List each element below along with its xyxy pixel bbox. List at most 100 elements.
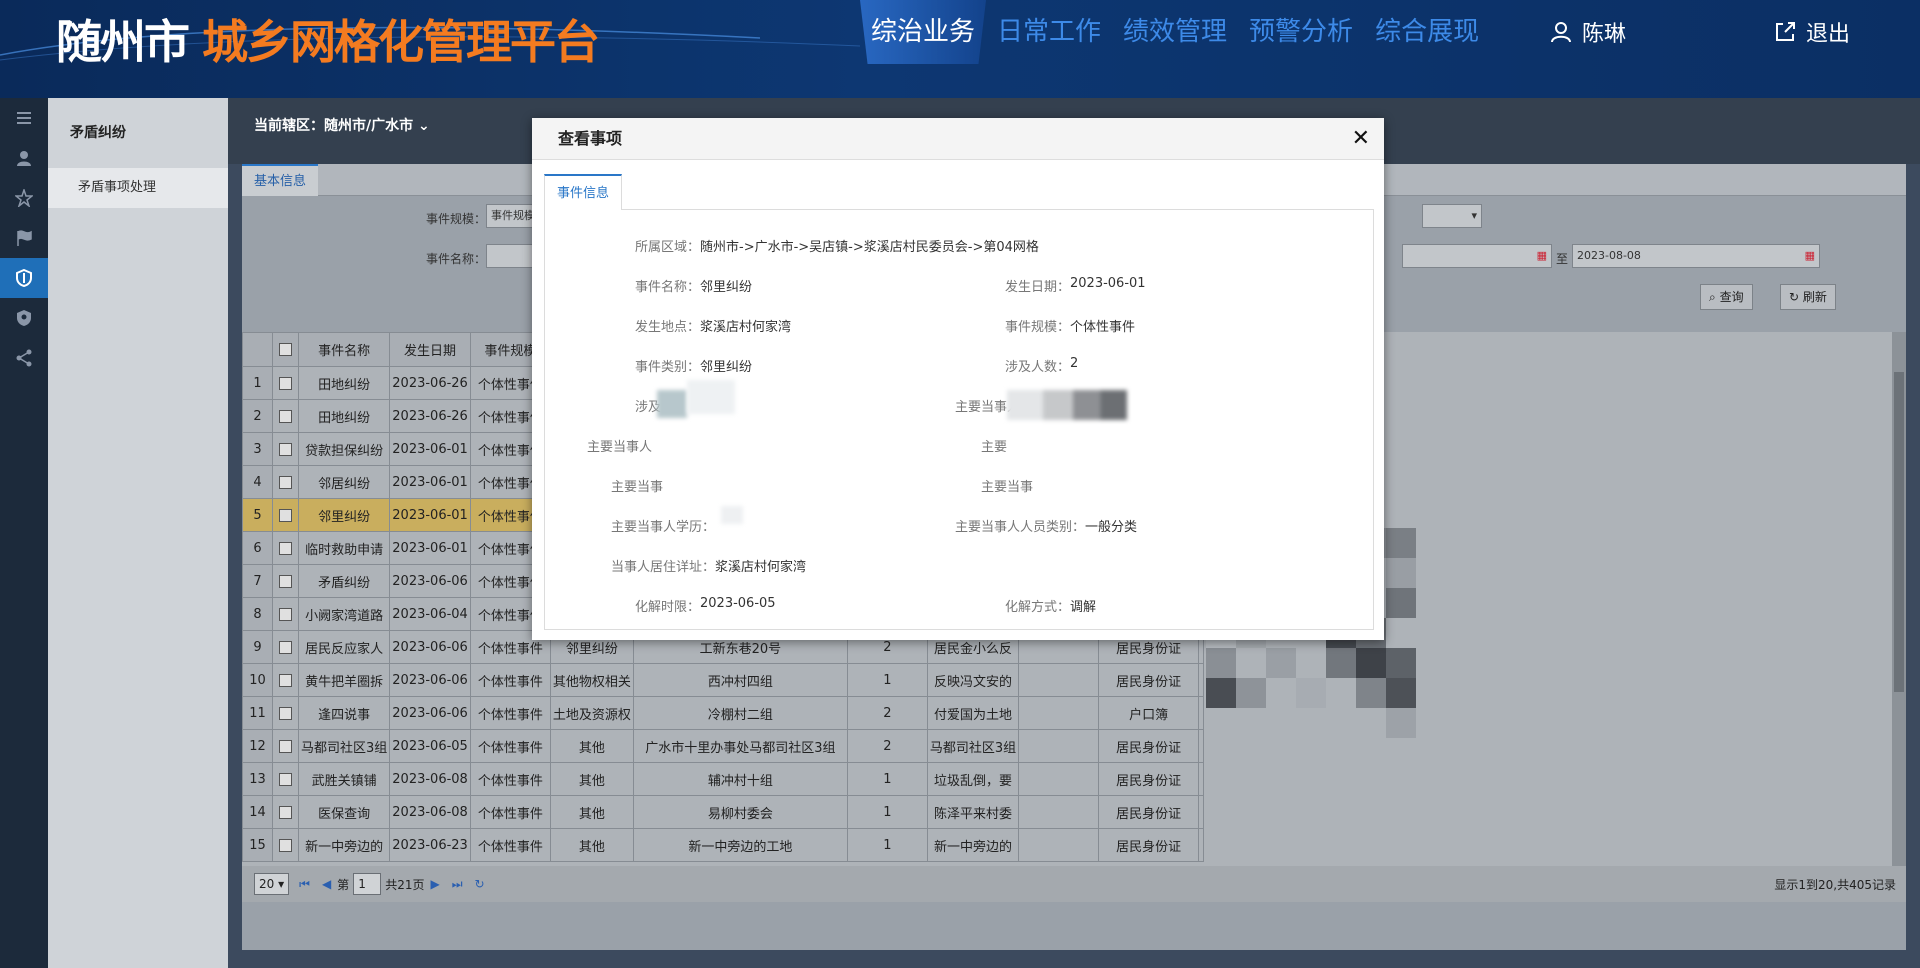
checkbox[interactable] bbox=[279, 640, 292, 654]
iconbar-flag[interactable] bbox=[0, 218, 48, 258]
cell-desc: 垃圾乱倒，要 bbox=[926, 762, 1020, 796]
checkbox[interactable] bbox=[279, 673, 292, 687]
row-checkbox-cell[interactable] bbox=[272, 531, 299, 565]
nav-zonghe[interactable]: 综合展现 bbox=[1364, 0, 1490, 64]
row-checkbox-cell[interactable] bbox=[272, 564, 299, 598]
icon-sidebar bbox=[0, 98, 48, 968]
checkbox[interactable] bbox=[279, 574, 292, 588]
scrollbar-thumb[interactable] bbox=[1894, 372, 1904, 692]
page-total: 共21页 bbox=[385, 877, 425, 892]
checkbox[interactable] bbox=[279, 376, 292, 390]
iconbar-star[interactable] bbox=[0, 178, 48, 218]
row-checkbox-cell[interactable] bbox=[272, 828, 299, 862]
cell-count: 1 bbox=[846, 762, 928, 796]
iconbar-shield[interactable] bbox=[0, 258, 48, 298]
table-row[interactable]: 14 医保查询 2023-06-08 个体性事件 其他 易柳村委会 1 陈泽平来村委 居民身份证 bbox=[242, 795, 1205, 829]
reload-icon[interactable]: ↻ bbox=[475, 877, 485, 891]
field-label: 所属区域： bbox=[635, 240, 701, 255]
row-checkbox-cell[interactable] bbox=[272, 696, 299, 730]
cell-place: 辅冲村十组 bbox=[632, 762, 848, 796]
nav-jixiao[interactable]: 绩效管理 bbox=[1112, 0, 1238, 64]
row-checkbox-cell[interactable] bbox=[272, 630, 299, 664]
name-filter-input[interactable] bbox=[486, 244, 536, 268]
query-button[interactable]: ⌕ 查询 bbox=[1700, 284, 1753, 310]
checkbox[interactable] bbox=[279, 442, 292, 456]
field-label: 发生日期： bbox=[1005, 280, 1071, 295]
checkbox[interactable] bbox=[279, 409, 292, 423]
chevron-down-icon: ▾ bbox=[1471, 209, 1477, 222]
table-row[interactable]: 12 马都司社区3组 2023-06-05 个体性事件 其他 广水市十里办事处马都司社区3… bbox=[242, 729, 1205, 763]
checkbox[interactable] bbox=[279, 607, 292, 621]
tab-basic-info[interactable]: 基本信息 bbox=[242, 164, 319, 196]
cell-desc: 马都司社区3组 bbox=[926, 729, 1020, 763]
row-checkbox-cell[interactable] bbox=[272, 762, 299, 796]
first-page-icon[interactable]: ⏮ bbox=[299, 877, 310, 892]
logout-icon bbox=[1776, 22, 1795, 41]
nav-zongzhi[interactable]: 综治业务 bbox=[860, 0, 987, 64]
row-checkbox-cell[interactable] bbox=[272, 795, 299, 829]
row-checkbox-cell[interactable] bbox=[272, 399, 299, 433]
cell-id: 居民身份证 bbox=[1098, 795, 1200, 829]
row-checkbox-cell[interactable] bbox=[272, 663, 299, 697]
row-checkbox-cell[interactable] bbox=[272, 498, 299, 532]
iconbar-guard[interactable] bbox=[0, 298, 48, 338]
menu-toggle[interactable] bbox=[0, 98, 48, 138]
checkbox[interactable] bbox=[279, 508, 292, 522]
dialog-header: 查看事项 ✕ bbox=[532, 118, 1384, 160]
field-value: 2023-06-05 bbox=[700, 596, 776, 611]
row-number: 10 bbox=[242, 663, 273, 697]
close-icon[interactable]: ✕ bbox=[1352, 118, 1370, 160]
iconbar-share[interactable] bbox=[0, 338, 48, 378]
checkbox[interactable] bbox=[279, 772, 292, 786]
table-row[interactable]: 11 逢四说事 2023-06-06 个体性事件 土地及资源权 冷棚村二组 2 付爱国为土地 户… bbox=[242, 696, 1205, 730]
page-input[interactable]: 1 bbox=[353, 873, 382, 895]
cell-date: 2023-06-04 bbox=[389, 597, 471, 631]
cell-date: 2023-06-01 bbox=[389, 465, 471, 499]
tab-event-info[interactable]: 事件信息 bbox=[544, 174, 623, 210]
cell-scale: 个体性事件 bbox=[469, 762, 551, 796]
checkbox[interactable] bbox=[279, 805, 292, 819]
header-name[interactable]: 事件名称 bbox=[297, 332, 391, 367]
checkbox[interactable] bbox=[279, 739, 292, 753]
checkbox[interactable] bbox=[279, 838, 292, 852]
refresh-button[interactable]: ↻ 刷新 bbox=[1780, 284, 1836, 310]
refresh-icon: ↻ bbox=[1789, 290, 1800, 304]
page-size-select[interactable]: 20 ▾ bbox=[254, 873, 290, 895]
date-to-input[interactable]: 2023-08-08 ▦ bbox=[1572, 244, 1820, 268]
field-value: 调解 bbox=[1070, 600, 1097, 615]
checkbox[interactable] bbox=[279, 343, 292, 356]
row-checkbox-cell[interactable] bbox=[272, 432, 299, 466]
checkbox[interactable] bbox=[279, 541, 292, 555]
row-checkbox-cell[interactable] bbox=[272, 729, 299, 763]
prev-page-icon[interactable]: ◀ bbox=[322, 877, 331, 891]
row-checkbox-cell[interactable] bbox=[272, 597, 299, 631]
date-from-input[interactable]: ▦ bbox=[1402, 244, 1552, 268]
field-value: 随州市->广水市->吴店镇->浆溪店村民委员会->第04网格 bbox=[700, 240, 1039, 255]
row-number: 2 bbox=[242, 399, 273, 433]
checkbox[interactable] bbox=[279, 706, 292, 720]
header-date[interactable]: 发生日期 bbox=[389, 332, 471, 367]
field-label: 当事人居住详址： bbox=[611, 560, 716, 575]
cell-scale: 个体性事件 bbox=[469, 729, 551, 763]
cell-name: 田地纠纷 bbox=[297, 399, 391, 433]
checkbox[interactable] bbox=[279, 475, 292, 489]
nav-yujing[interactable]: 预警分析 bbox=[1238, 0, 1364, 64]
next-page-icon[interactable]: ▶ bbox=[430, 877, 439, 891]
vertical-scrollbar[interactable] bbox=[1892, 332, 1906, 866]
table-row[interactable]: 15 新一中旁边的 2023-06-23 个体性事件 其他 新一中旁边的工地 1 新一中旁边的… bbox=[242, 828, 1205, 862]
logout-button[interactable]: 退出 bbox=[1774, 16, 1850, 48]
row-checkbox-cell[interactable] bbox=[272, 366, 299, 400]
field-label: 主要当事 bbox=[611, 480, 664, 495]
row-checkbox-cell[interactable] bbox=[272, 465, 299, 499]
nav-richang[interactable]: 日常工作 bbox=[986, 0, 1112, 64]
badge-icon bbox=[17, 310, 31, 326]
last-page-icon[interactable]: ⏭ bbox=[452, 877, 463, 892]
cell-name: 马都司社区3组 bbox=[297, 729, 391, 763]
filter-select-right[interactable]: ▾ bbox=[1422, 204, 1482, 228]
iconbar-people[interactable] bbox=[0, 138, 48, 178]
header-select-all[interactable] bbox=[272, 332, 299, 367]
menu-item-dispute-handling[interactable]: 矛盾事项处理 bbox=[48, 168, 228, 208]
table-row[interactable]: 10 黄牛把羊圈拆 2023-06-06 个体性事件 其他物权相关 西冲村四组 1 反映冯文安… bbox=[242, 663, 1205, 697]
user-menu[interactable]: 陈琳 bbox=[1550, 16, 1626, 48]
table-row[interactable]: 13 武胜关镇铺 2023-06-08 个体性事件 其他 辅冲村十组 1 垃圾乱倒，要 居民身份… bbox=[242, 762, 1205, 796]
